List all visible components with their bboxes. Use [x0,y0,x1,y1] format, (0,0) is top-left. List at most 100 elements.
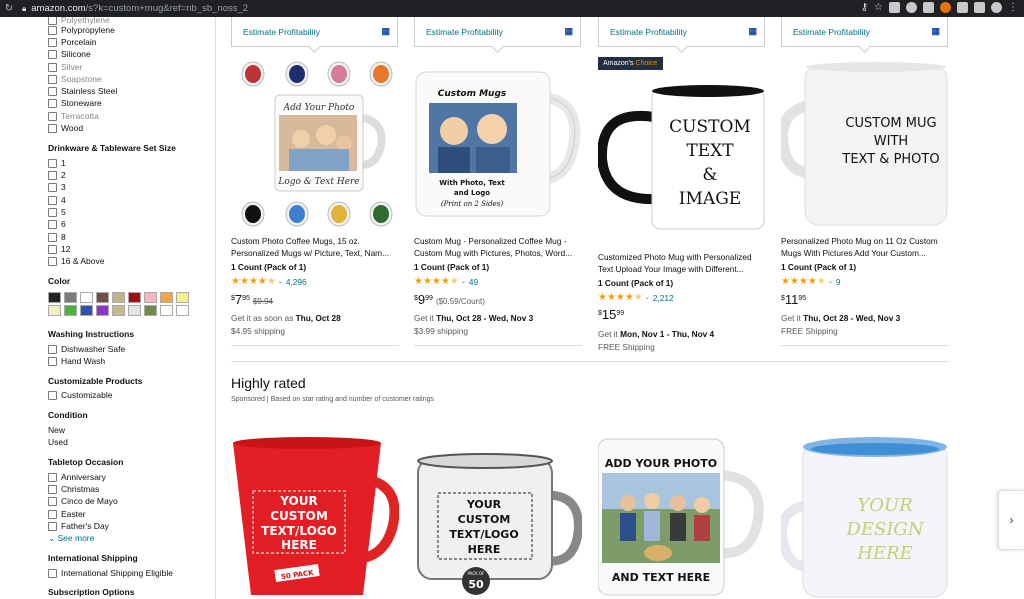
checkbox[interactable] [48,158,57,168]
review-count[interactable]: 9 [836,277,841,287]
filter-set-size[interactable]: 3 [48,181,66,193]
filter-set-size[interactable]: 12 [48,243,70,255]
checkbox[interactable] [48,37,57,47]
filter-set-size[interactable]: 1 [48,157,66,169]
product-image[interactable]: Add Your Photo Logo & Text Here [231,57,399,232]
reload-icon[interactable]: ↻ [2,3,16,14]
extension-icon-4[interactable] [940,2,951,13]
bookmark-star-icon[interactable]: ☆ [874,2,883,13]
review-count[interactable]: 2,212 [653,293,674,303]
filter-set-size[interactable]: 2 [48,169,66,181]
product-image-speckled-mug[interactable]: YOUR CUSTOM TEXT/LOGO HERE PACK OF 50 [414,435,582,599]
carousel-next-button[interactable]: › [998,490,1024,550]
condition-new-link[interactable]: New [48,425,65,435]
product-rating[interactable]: ★★★★★ ⌄ 2,212 [598,292,674,303]
checkbox[interactable] [48,232,57,242]
filter-material[interactable]: Wood [48,122,83,134]
estimate-profitability-button[interactable]: Estimate Profitability ▦ [781,17,948,47]
filter-occasion[interactable]: Cinco de Mayo [48,495,118,507]
color-swatch[interactable] [176,292,189,303]
extension-icon-2[interactable] [906,2,917,13]
product-rating[interactable]: ★★★★★ ⌄ 49 [414,276,478,287]
product-price[interactable]: $9 99 ($0.59/Count) [414,293,485,307]
product-price[interactable]: $11 95 [781,293,806,307]
filter-customizable[interactable]: Customizable [48,389,113,401]
color-swatch[interactable] [112,292,125,303]
checkbox[interactable] [48,509,57,519]
extension-icon-3[interactable] [923,2,934,13]
color-swatch[interactable] [160,292,173,303]
checkbox[interactable] [48,356,57,366]
estimate-profitability-button[interactable]: Estimate Profitability ▦ [414,17,581,47]
checkbox[interactable] [48,256,57,266]
filter-occasion[interactable]: Christmas [48,483,99,495]
product-title-link[interactable]: Customized Photo Mug with Personalized T… [598,251,766,275]
filter-set-size[interactable]: 8 [48,231,66,243]
product-price[interactable]: $15 99 [598,308,624,322]
checkbox[interactable] [48,25,57,35]
product-rating[interactable]: ★★★★★ ⌄ 4,296 [231,276,307,287]
extension-icon-6[interactable] [974,2,985,13]
filter-washing[interactable]: Dishwasher Safe [48,343,125,355]
checkbox[interactable] [48,244,57,254]
filter-occasion[interactable]: Father's Day [48,520,109,532]
checkbox[interactable] [48,74,57,84]
product-title-link[interactable]: Custom Mug - Personalized Coffee Mug - C… [414,235,582,259]
filter-material[interactable]: Polypropylene [48,24,115,36]
checkbox[interactable] [48,62,57,72]
color-swatch[interactable] [96,292,109,303]
filter-material[interactable]: Stoneware [48,97,102,109]
color-swatch[interactable] [48,292,61,303]
filter-material[interactable]: Terracotta [48,110,99,122]
lock-icon[interactable]: 🔒︎ [22,4,26,14]
checkbox[interactable] [48,49,57,59]
filter-set-size[interactable]: 5 [48,206,66,218]
checkbox[interactable] [48,484,57,494]
filter-set-size[interactable]: 4 [48,194,66,206]
filter-set-size[interactable]: 16 & Above [48,255,104,267]
color-swatch[interactable] [176,305,189,316]
filter-occasion[interactable]: Easter [48,508,86,520]
review-count[interactable]: 4,296 [286,277,307,287]
checkbox[interactable] [48,98,57,108]
color-swatch[interactable] [160,305,173,316]
checkbox[interactable] [48,86,57,96]
color-swatch[interactable] [48,305,61,316]
color-swatch[interactable] [128,292,141,303]
color-swatch[interactable] [64,292,77,303]
product-image[interactable]: Custom Mugs With Photo, Text and Logo (P… [414,57,582,232]
checkbox[interactable] [48,111,57,121]
checkbox[interactable] [48,496,57,506]
filter-occasion[interactable]: Anniversary [48,471,106,483]
color-swatch[interactable] [96,305,109,316]
filter-shipping[interactable]: International Shipping Eligible [48,567,173,579]
product-title-link[interactable]: Custom Photo Coffee Mugs, 15 oz. Persona… [231,235,399,259]
product-price[interactable]: $7 95 $9.94 [231,293,273,307]
checkbox[interactable] [48,219,57,229]
product-image-blue-inner-mug[interactable]: YOUR DESIGN HERE [781,435,949,599]
product-title-link[interactable]: Personalized Photo Mug on 11 Oz Custom M… [781,235,949,259]
product-image-photo-mug[interactable]: ADD YOUR PHOTO AND TEXT HERE [598,435,766,599]
extension-icon-7[interactable] [991,2,1002,13]
checkbox[interactable] [48,123,57,133]
product-rating[interactable]: ★★★★★ ⌄ 9 [781,276,840,287]
checkbox[interactable] [48,568,57,578]
review-count[interactable]: 49 [469,277,478,287]
product-image[interactable]: CUSTOM MUG WITH TEXT & PHOTO [781,57,949,232]
checkbox[interactable] [48,207,57,217]
color-swatch[interactable] [112,305,125,316]
estimate-profitability-button[interactable]: Estimate Profitability ▦ [598,17,765,47]
condition-used-link[interactable]: Used [48,437,68,447]
filter-set-size[interactable]: 6 [48,218,66,230]
color-swatch[interactable] [80,292,93,303]
color-swatch[interactable] [144,292,157,303]
more-menu-icon[interactable]: ⋮ [1008,2,1018,13]
filter-material[interactable]: Silicone [48,48,91,60]
color-swatch[interactable] [80,305,93,316]
estimate-profitability-button[interactable]: Estimate Profitability ▦ [231,17,398,47]
key-icon[interactable]: ⚷ [861,2,868,13]
checkbox[interactable] [48,195,57,205]
checkbox[interactable] [48,182,57,192]
checkbox[interactable] [48,344,57,354]
see-more-link[interactable]: ⌄ See more [48,533,94,544]
